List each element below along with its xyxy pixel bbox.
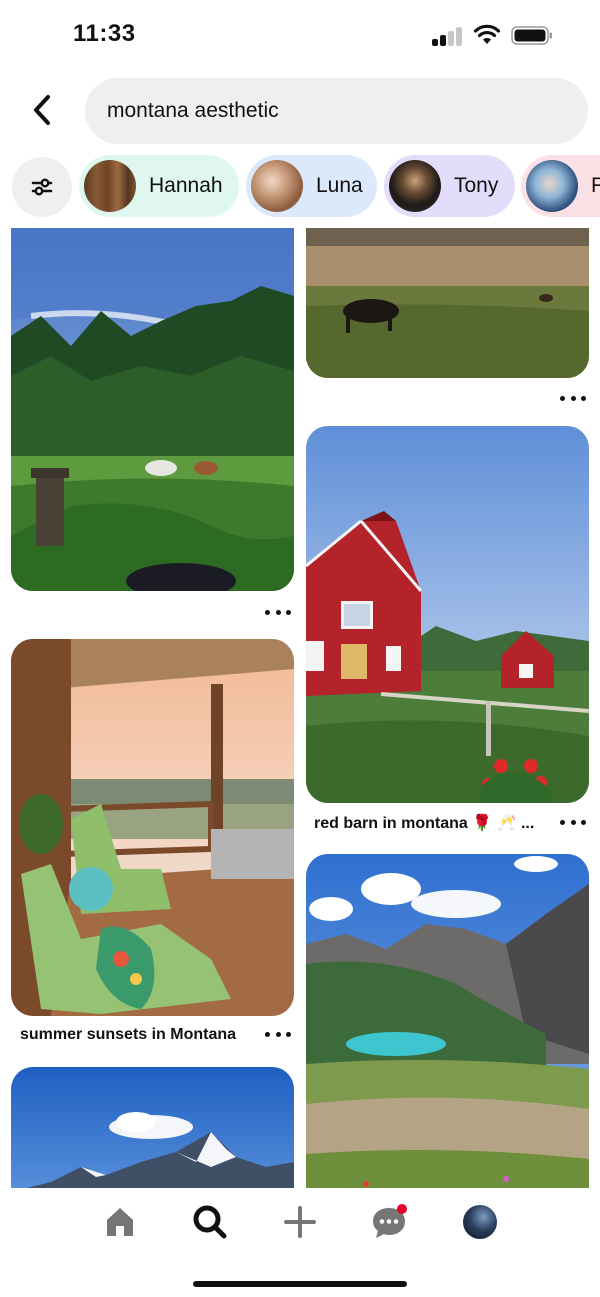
pin-image xyxy=(306,854,589,1188)
cellular-signal-icon xyxy=(432,26,464,46)
chip-label: Tony xyxy=(454,174,499,197)
chevron-left-icon xyxy=(34,95,50,125)
home-indicator xyxy=(193,1281,407,1287)
pin-horses-meadow[interactable] xyxy=(11,228,294,591)
more-options-button[interactable] xyxy=(560,817,586,827)
pin-image xyxy=(11,1067,294,1188)
more-options-button[interactable] xyxy=(265,1029,291,1039)
chip-hannah[interactable]: Hannah xyxy=(79,155,239,217)
avatar xyxy=(526,160,578,212)
pin-image xyxy=(11,228,294,591)
nav-create[interactable] xyxy=(280,1202,320,1242)
profile-avatar xyxy=(463,1205,497,1239)
filter-button[interactable] xyxy=(12,157,72,217)
pin-image xyxy=(306,426,589,803)
notification-dot-icon xyxy=(397,1204,407,1214)
wifi-icon xyxy=(473,24,501,46)
filter-chips-row: Hannah Luna Tony F xyxy=(0,155,600,219)
search-icon xyxy=(193,1205,227,1239)
chip-label: F xyxy=(591,174,600,197)
nav-search[interactable] xyxy=(190,1202,230,1242)
chip-tony[interactable]: Tony xyxy=(384,155,515,217)
sliders-icon xyxy=(31,178,53,196)
pin-image xyxy=(306,228,589,378)
avatar xyxy=(251,160,303,212)
pin-porch-sunset[interactable] xyxy=(11,639,294,1016)
avatar xyxy=(84,160,136,212)
more-options-button[interactable] xyxy=(560,393,586,403)
status-time: 11:33 xyxy=(73,20,136,47)
pin-prairie-horses[interactable] xyxy=(306,228,589,378)
pin-caption: summer sunsets in Montana xyxy=(20,1026,237,1043)
pin-red-barn[interactable] xyxy=(306,426,589,803)
nav-profile[interactable] xyxy=(460,1202,500,1242)
add-icon xyxy=(284,1206,316,1238)
back-button[interactable] xyxy=(24,90,60,130)
pin-mountain-lake[interactable] xyxy=(306,854,589,1188)
search-query: montana aesthetic xyxy=(107,99,279,122)
status-bar: 11:33 xyxy=(0,0,600,70)
chip-label: Luna xyxy=(316,174,363,197)
messages-icon xyxy=(373,1204,407,1238)
bottom-navigation xyxy=(0,1188,600,1297)
pin-snowy-mountains[interactable] xyxy=(11,1067,294,1188)
nav-messages[interactable] xyxy=(370,1202,410,1242)
nav-home[interactable] xyxy=(100,1202,140,1242)
battery-icon xyxy=(511,26,552,45)
chip-partial[interactable]: F xyxy=(521,155,600,217)
search-input[interactable]: montana aesthetic xyxy=(85,78,588,144)
more-options-button[interactable] xyxy=(265,607,291,617)
avatar xyxy=(389,160,441,212)
pin-feed: summer sunsets in Montana red barn in mo… xyxy=(0,228,600,1188)
pin-caption: red barn in montana 🌹 🥂 ... xyxy=(314,815,535,832)
home-icon xyxy=(107,1208,133,1236)
pin-image xyxy=(11,639,294,1016)
chip-luna[interactable]: Luna xyxy=(246,155,377,217)
chip-label: Hannah xyxy=(149,174,223,197)
